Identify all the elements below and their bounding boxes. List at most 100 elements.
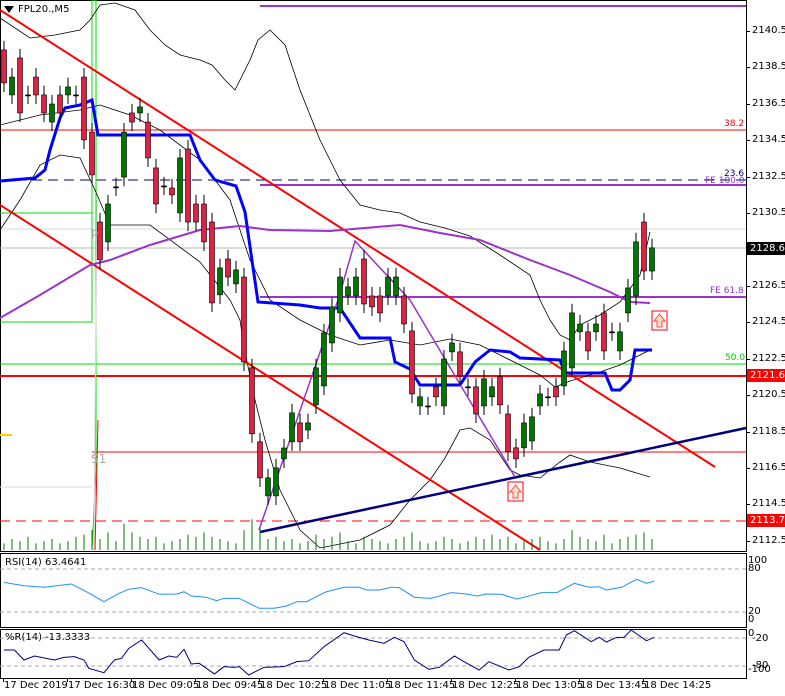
candle [257, 432, 263, 487]
fib-50-label: 50.0 [725, 353, 746, 363]
candle-body [433, 386, 439, 398]
candle-body [353, 276, 359, 297]
candle-body [289, 412, 295, 443]
candle-body [457, 351, 463, 377]
candle [177, 148, 183, 223]
fe-100-label: FE 100.0 [705, 176, 745, 186]
price-tick-label: 2114.5 [752, 498, 785, 510]
time-tick-label: 18 Dec 11:45 [388, 680, 456, 691]
price-tick-mark [746, 31, 750, 32]
candle-body [561, 350, 567, 387]
candle-body [377, 295, 383, 314]
candle [305, 413, 311, 440]
price-tick-mark [746, 468, 750, 470]
candle-body [313, 367, 319, 406]
price-tick-mark [746, 358, 750, 360]
candle [289, 403, 295, 451]
rsi-line [3, 578, 655, 609]
candle-body [553, 386, 559, 398]
candle [561, 341, 567, 396]
price-tick-label: 2140.5 [752, 25, 785, 36]
candle-body [73, 94, 79, 97]
candle [513, 438, 519, 469]
price-chart[interactable] [0, 0, 747, 552]
candle-body [25, 94, 31, 97]
candle [209, 212, 215, 312]
candle-body [625, 287, 631, 314]
pivot-s1-label: S1 [91, 452, 107, 466]
rsi-title: RSI(14) 63.4641 [5, 557, 87, 568]
candle-body [521, 422, 527, 449]
candle [49, 94, 55, 132]
bollinger-upper [0, 2, 651, 341]
candle [97, 212, 103, 270]
level-badge-2113: 2113.7 [747, 514, 785, 527]
candle-body [593, 323, 599, 333]
candle [457, 342, 463, 386]
candle [449, 333, 455, 361]
candle [641, 212, 647, 281]
time-tick-label: 18 Dec 11:05 [324, 680, 392, 691]
price-tick-mark [746, 67, 750, 69]
candle [441, 349, 447, 416]
price-tick-label: 2132.5 [752, 170, 785, 182]
candle-body [361, 258, 367, 305]
candle-body [505, 413, 511, 453]
candle-body [321, 332, 327, 387]
price-tick-label: 2112.5 [752, 534, 785, 546]
candle [593, 314, 599, 341]
candle [409, 321, 415, 404]
candle [417, 387, 423, 416]
candle-body [641, 221, 647, 272]
buy-arrow-signal-2[interactable] [651, 310, 668, 331]
williams-r-title: %R(14) -13.3333 [5, 632, 91, 643]
candle-body [161, 185, 167, 188]
rsi-chart [0, 568, 746, 613]
candle [169, 178, 175, 204]
candle-body [329, 306, 335, 344]
candle-body [529, 416, 535, 442]
candle [377, 286, 383, 322]
candle-body [105, 203, 111, 243]
candle-body [9, 76, 15, 96]
price-tick-label: 2122.5 [752, 352, 785, 364]
rsi-tick-0: 0 [748, 614, 755, 625]
time-tick-label: 18 Dec 14:25 [644, 680, 712, 691]
candle [601, 303, 607, 361]
candle-body [345, 286, 351, 297]
price-tick-label: 2118.5 [752, 425, 785, 437]
candle-body [393, 276, 399, 297]
candle-body [385, 276, 391, 297]
candle-body [481, 378, 487, 407]
candle [25, 85, 31, 105]
buy-arrow-signal-1[interactable] [507, 481, 524, 502]
price-tick-label: 2136.5 [752, 97, 785, 109]
candle [121, 122, 127, 187]
candle [9, 67, 15, 105]
price-tick-label: 2126.5 [752, 279, 785, 291]
candle-body [465, 386, 471, 389]
price-tick-mark [746, 213, 750, 215]
price-tick-label: 2116.5 [752, 462, 785, 474]
candle [569, 303, 575, 377]
candle [1, 40, 7, 93]
candle-body [153, 167, 159, 205]
candle-body [65, 86, 71, 96]
candle [585, 322, 591, 361]
candle [41, 85, 47, 123]
candle [577, 314, 583, 341]
candle-body [337, 276, 343, 314]
candle [273, 458, 279, 506]
candle [193, 194, 199, 232]
candle [217, 258, 223, 304]
candle-body [89, 131, 95, 176]
candle [473, 377, 479, 424]
candle [17, 48, 23, 123]
candle-body [441, 358, 447, 407]
price-tick-mark [746, 322, 750, 324]
candle [425, 396, 431, 416]
candle-body [585, 331, 591, 352]
candle-body [273, 467, 279, 497]
price-tick-label: 2134.5 [752, 134, 785, 146]
candle-body [97, 221, 103, 261]
